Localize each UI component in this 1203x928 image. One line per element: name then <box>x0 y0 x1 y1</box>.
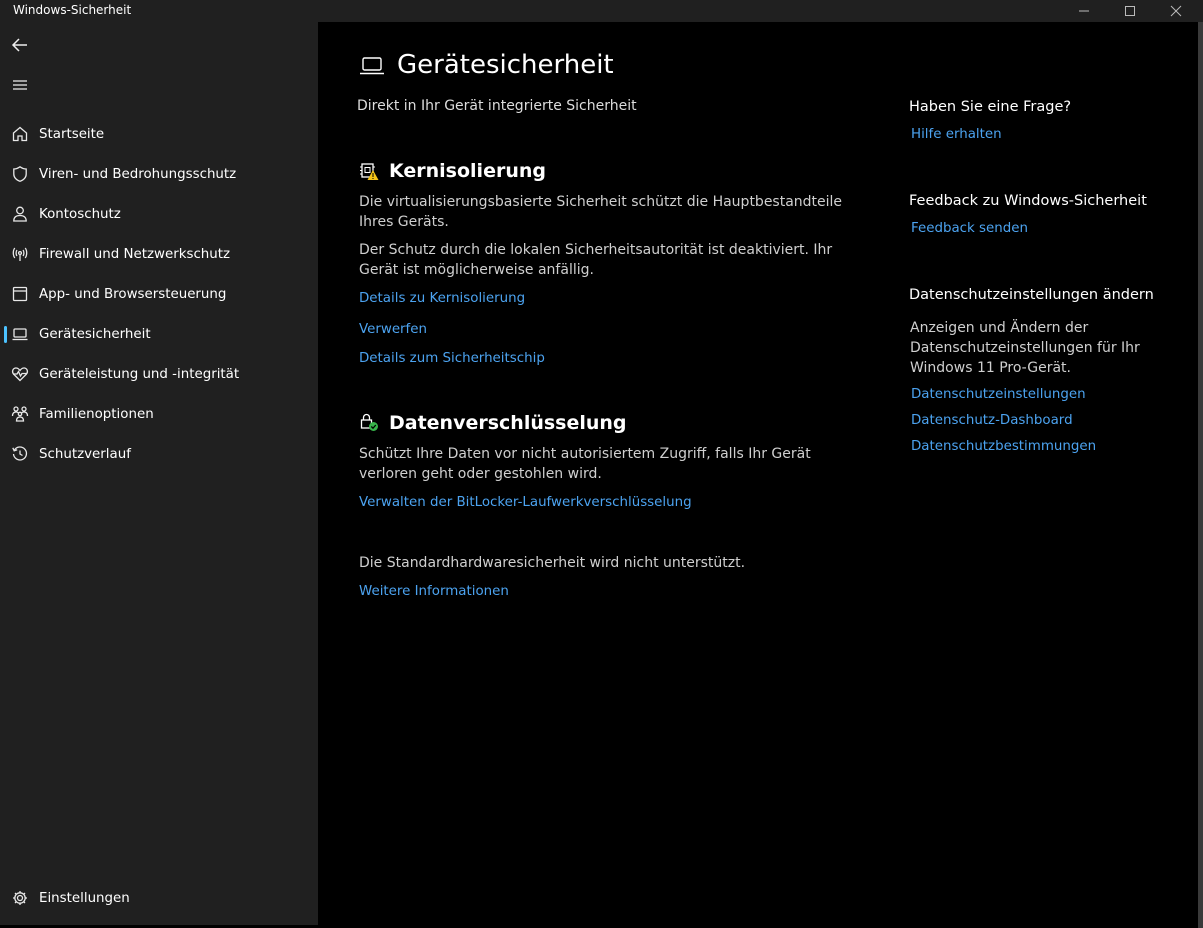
sidebar-item-einstellungen[interactable]: Einstellungen <box>4 880 312 916</box>
browser-window-icon <box>10 284 30 304</box>
sidebar-item-startseite[interactable]: Startseite <box>4 116 312 152</box>
section-title-datenverschluesselung: Datenverschlüsselung <box>389 412 627 434</box>
weitere-informationen-link[interactable]: Weitere Informationen <box>359 584 509 599</box>
datenschutzbestimmungen-link[interactable]: Datenschutzbestimmungen <box>911 439 1096 454</box>
sidebar-item-label: Einstellungen <box>39 890 130 906</box>
feedback-senden-link[interactable]: Feedback senden <box>911 221 1028 236</box>
kernisolierung-status: Der Schutz durch die lokalen Sicherheits… <box>359 242 833 278</box>
verwerfen-link[interactable]: Verwerfen <box>359 322 427 337</box>
close-button[interactable] <box>1153 0 1199 22</box>
privacy-heading: Datenschutzeinstellungen ändern <box>909 287 1154 303</box>
feedback-heading: Feedback zu Windows-Sicherheit <box>909 193 1147 209</box>
minimize-button[interactable] <box>1061 0 1107 22</box>
hamburger-menu-icon <box>13 80 27 90</box>
antenna-icon <box>10 244 30 264</box>
person-icon <box>10 204 30 224</box>
back-arrow-icon <box>11 38 27 52</box>
sidebar-item-label: Gerätesicherheit <box>39 326 151 342</box>
main-content: Gerätesicherheit Direkt in Ihr Gerät int… <box>318 22 1198 925</box>
datenverschluesselung-description: Schützt Ihre Daten vor nicht autorisiert… <box>359 446 811 482</box>
sidebar-item-label: App- und Browsersteuerung <box>39 286 227 302</box>
back-button[interactable] <box>8 33 32 57</box>
sidebar-item-geraeteleistung[interactable]: Geräteleistung und -integrität <box>4 356 312 392</box>
sidebar-item-kontoschutz[interactable]: Kontoschutz <box>4 196 312 232</box>
chip-warning-icon <box>359 161 379 185</box>
lock-check-icon <box>359 413 379 437</box>
sidebar-item-firewall[interactable]: Firewall und Netzwerkschutz <box>4 236 312 272</box>
datenschutzeinstellungen-link[interactable]: Datenschutzeinstellungen <box>911 387 1086 402</box>
gear-icon <box>10 888 30 908</box>
sidebar-item-label: Geräteleistung und -integrität <box>39 366 240 382</box>
sidebar-item-label: Firewall und Netzwerkschutz <box>39 246 231 262</box>
page-title: Gerätesicherheit <box>397 50 614 80</box>
datenschutz-dashboard-link[interactable]: Datenschutz-Dashboard <box>911 413 1073 428</box>
bitlocker-link[interactable]: Verwalten der BitLocker-Laufwerkverschlü… <box>359 495 692 510</box>
family-icon <box>10 404 30 424</box>
sidebar-item-schutzverlauf[interactable]: Schutzverlauf <box>4 436 312 472</box>
details-kernisolierung-link[interactable]: Details zu Kernisolierung <box>359 291 525 306</box>
maximize-icon <box>1125 6 1135 16</box>
maximize-button[interactable] <box>1107 0 1153 22</box>
sidebar-item-familienoptionen[interactable]: Familienoptionen <box>4 396 312 432</box>
sidebar-item-label: Schutzverlauf <box>39 446 131 462</box>
details-sicherheitschip-link[interactable]: Details zum Sicherheitschip <box>359 351 545 366</box>
home-icon <box>10 124 30 144</box>
title-bar: Windows-Sicherheit <box>0 0 1203 22</box>
sidebar-item-app-browser[interactable]: App- und Browsersteuerung <box>4 276 312 312</box>
laptop-icon <box>10 324 30 344</box>
sidebar: Startseite Viren- und Bedrohungsschutz K… <box>0 22 318 925</box>
question-heading: Haben Sie eine Frage? <box>909 99 1072 115</box>
page-subtitle: Direkt in Ihr Gerät integrierte Sicherhe… <box>357 98 637 114</box>
sidebar-item-label: Viren- und Bedrohungsschutz <box>39 166 237 182</box>
heart-pulse-icon <box>10 364 30 384</box>
sidebar-item-geraetesicherheit[interactable]: Gerätesicherheit <box>4 316 312 352</box>
minimize-icon <box>1079 10 1089 12</box>
hilfe-erhalten-link[interactable]: Hilfe erhalten <box>911 127 1002 142</box>
privacy-description: Anzeigen und Ändern der Datenschutzeinst… <box>910 320 1140 376</box>
sidebar-item-label: Startseite <box>39 126 105 142</box>
kernisolierung-description: Die virtualisierungsbasierte Sicherheit … <box>359 194 843 230</box>
sidebar-item-label: Kontoschutz <box>39 206 121 222</box>
history-icon <box>10 444 30 464</box>
shield-icon <box>10 164 30 184</box>
close-icon <box>1170 5 1182 17</box>
hardware-security-status: Die Standardhardwaresicherheit wird nich… <box>359 555 746 571</box>
section-title-kernisolierung: Kernisolierung <box>389 160 546 182</box>
laptop-icon <box>359 55 385 81</box>
sidebar-item-label: Familienoptionen <box>39 406 154 422</box>
app-window: Windows-Sicherheit Startseite Viren- und… <box>0 0 1203 928</box>
window-border <box>1198 22 1203 928</box>
menu-button[interactable] <box>8 73 32 97</box>
window-title: Windows-Sicherheit <box>13 3 132 17</box>
sidebar-item-virenschutz[interactable]: Viren- und Bedrohungsschutz <box>4 156 312 192</box>
